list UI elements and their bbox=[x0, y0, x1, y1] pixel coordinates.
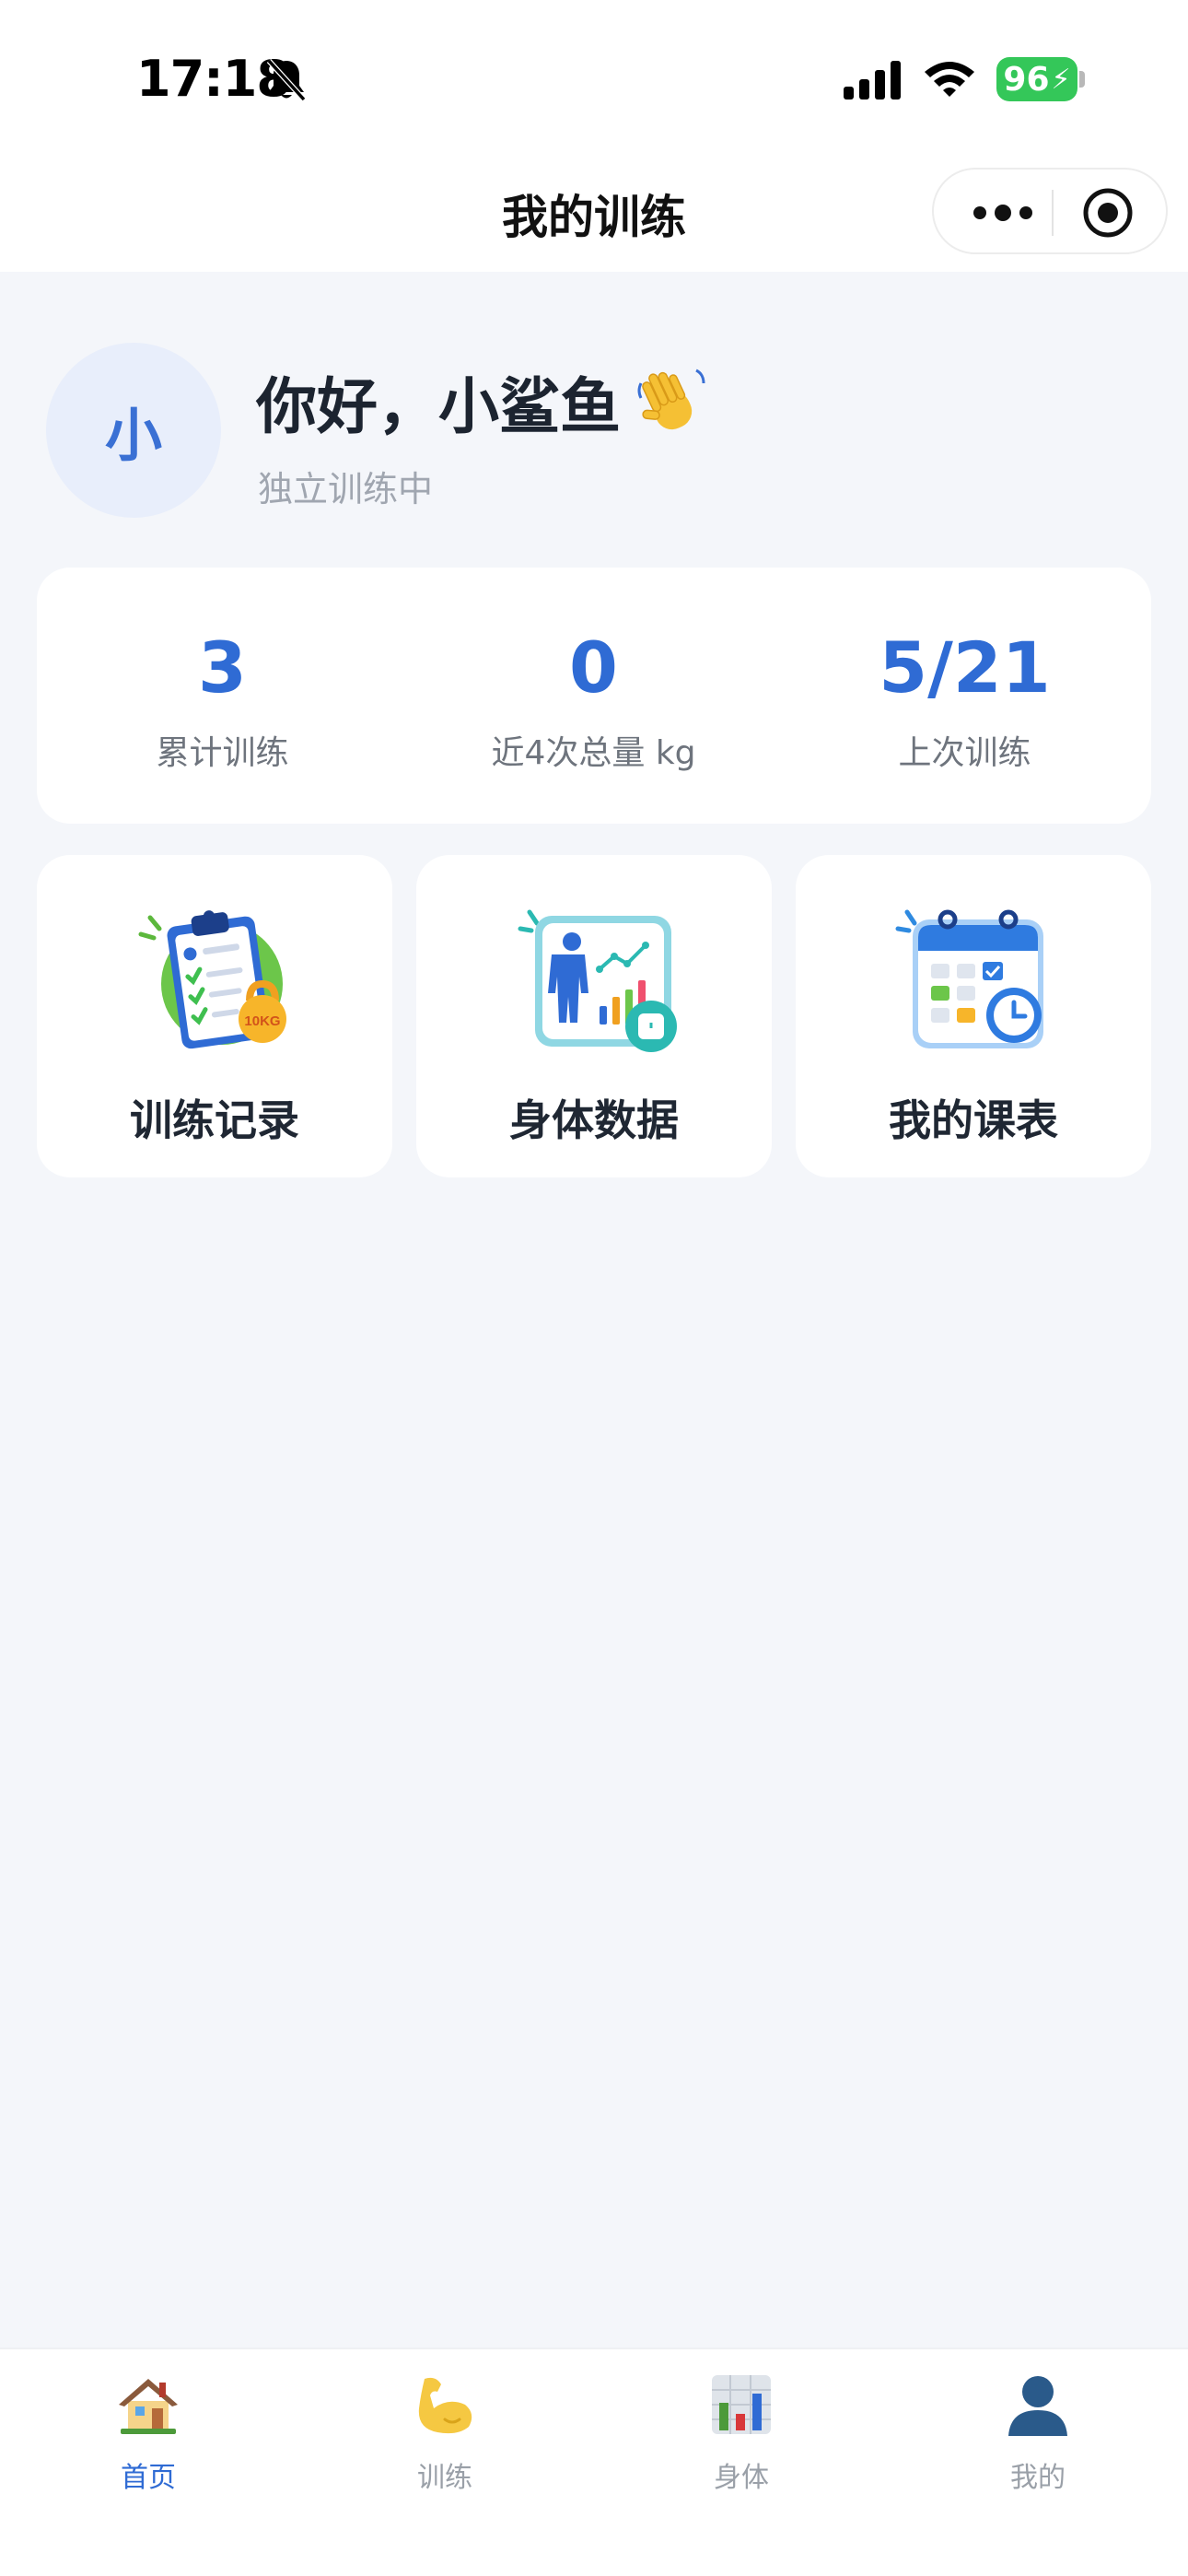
stat-last-session[interactable]: 5/21 上次训练 bbox=[779, 568, 1150, 824]
tab-label: 身体 bbox=[714, 2462, 769, 2494]
mini-program-capsule bbox=[932, 168, 1168, 254]
waving-hand-icon bbox=[637, 369, 705, 430]
signal-icon bbox=[844, 61, 901, 100]
tab-body[interactable]: 身体 bbox=[593, 2362, 890, 2500]
stat-total-sessions[interactable]: 3 累计训练 bbox=[37, 568, 408, 824]
stat-value: 3 bbox=[198, 626, 247, 708]
battery-level: 96 bbox=[1003, 60, 1050, 99]
stat-label: 累计训练 bbox=[156, 734, 289, 772]
capsule-divider bbox=[1052, 190, 1054, 236]
stat-value: 0 bbox=[569, 626, 618, 708]
tab-mine[interactable]: 我的 bbox=[890, 2362, 1186, 2500]
svg-text:10KG: 10KG bbox=[244, 1013, 280, 1029]
tile-my-schedule[interactable]: 我的课表 bbox=[796, 855, 1151, 1177]
stat-label: 近4次总量 kg bbox=[491, 734, 696, 772]
greeting-text: 你好，小鲨鱼 bbox=[256, 371, 621, 442]
greeting-row: 你好，小鲨鱼 bbox=[256, 357, 707, 446]
tab-home[interactable]: 首页 bbox=[0, 2362, 297, 2500]
wifi-icon bbox=[925, 62, 974, 97]
close-target-icon[interactable] bbox=[1081, 186, 1135, 240]
training-status: 独立训练中 bbox=[258, 469, 434, 509]
tile-body-data[interactable]: 身体数据 bbox=[416, 855, 772, 1177]
battery-charging-icon: ⚡ bbox=[1051, 63, 1071, 96]
stat-value: 5/21 bbox=[879, 626, 1051, 708]
more-icon[interactable] bbox=[965, 190, 1041, 236]
calendar-clock-icon bbox=[895, 909, 1043, 1048]
battery-tip bbox=[1079, 71, 1085, 88]
tab-label: 训练 bbox=[417, 2462, 472, 2494]
user-silhouette-icon bbox=[1008, 2376, 1067, 2436]
nav-bar: 我的训练 bbox=[0, 157, 1188, 272]
tile-label: 训练记录 bbox=[130, 1095, 299, 1145]
battery-indicator: 96 ⚡ bbox=[996, 57, 1077, 101]
bell-slash-icon bbox=[266, 58, 307, 102]
tab-bar: 首页 训练 身体 我的 bbox=[0, 2348, 1188, 2576]
tile-label: 身体数据 bbox=[509, 1095, 679, 1145]
body-chart-icon bbox=[518, 909, 677, 1052]
house-icon bbox=[119, 2379, 178, 2434]
status-bar: 17:18 96 ⚡ bbox=[0, 0, 1188, 157]
stat-recent-volume[interactable]: 0 近4次总量 kg bbox=[408, 568, 779, 824]
tab-label: 我的 bbox=[1010, 2462, 1066, 2494]
bar-chart-icon bbox=[712, 2375, 771, 2434]
flexed-bicep-icon bbox=[418, 2377, 472, 2434]
stat-label: 上次训练 bbox=[898, 734, 1031, 772]
tile-label: 我的课表 bbox=[889, 1095, 1058, 1145]
tile-training-records[interactable]: 10KG 训练记录 bbox=[37, 855, 392, 1177]
avatar[interactable]: 小 bbox=[46, 343, 221, 518]
stats-card: 3 累计训练 0 近4次总量 kg 5/21 上次训练 bbox=[37, 568, 1151, 824]
tab-training[interactable]: 训练 bbox=[297, 2362, 593, 2500]
tab-label: 首页 bbox=[121, 2462, 176, 2494]
clipboard-kettlebell-icon: 10KG bbox=[138, 910, 286, 1049]
